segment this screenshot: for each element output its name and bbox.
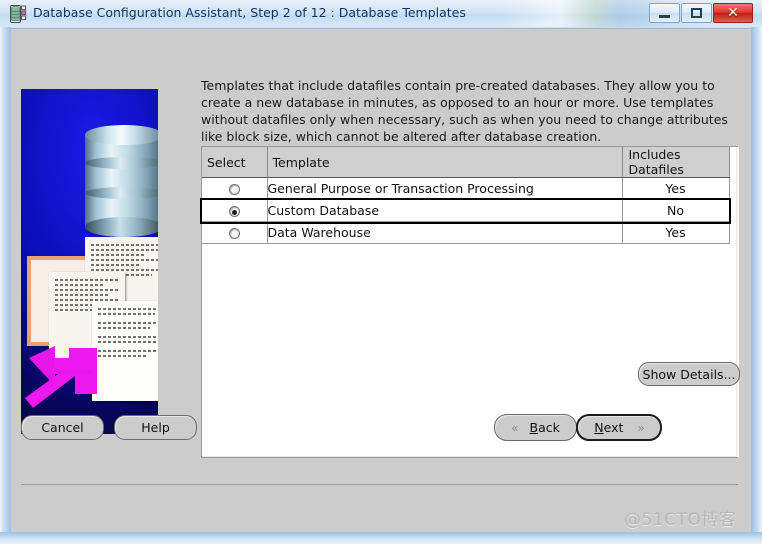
- instructions-text: Templates that include datafiles contain…: [201, 78, 728, 144]
- row-select-cell[interactable]: [202, 199, 268, 222]
- help-button[interactable]: Help: [114, 415, 197, 440]
- button-bar-separator: [21, 484, 738, 485]
- magenta-arrow-icon: [25, 344, 99, 416]
- back-label: Back: [529, 420, 559, 435]
- row-select-cell[interactable]: [202, 177, 268, 200]
- title-bar[interactable]: Database Configuration Assistant, Step 2…: [0, 0, 762, 27]
- cancel-button[interactable]: Cancel: [21, 415, 104, 440]
- column-header-select[interactable]: Select: [202, 147, 268, 178]
- next-mnemonic: N: [594, 420, 604, 435]
- row-template-name: Custom Database: [267, 199, 623, 222]
- templates-table-scroll: Select Template Includes Datafiles Gener…: [200, 147, 731, 457]
- chevron-right-icon: »: [637, 420, 644, 435]
- window-title: Database Configuration Assistant, Step 2…: [33, 5, 466, 20]
- chevron-left-icon: «: [511, 420, 518, 435]
- radio-button[interactable]: [228, 228, 240, 239]
- window-border-left: [0, 0, 11, 544]
- table-row[interactable]: Data Warehouse Yes: [202, 221, 730, 244]
- close-button[interactable]: ✕: [713, 3, 753, 23]
- minimize-button[interactable]: [649, 3, 680, 23]
- row-includes-datafiles: No: [622, 199, 730, 222]
- wizard-illustration: [21, 89, 158, 434]
- row-includes-datafiles: Yes: [622, 177, 730, 200]
- database-cylinder-icon: [85, 125, 158, 237]
- back-label-rest: ack: [538, 420, 560, 435]
- show-details-button[interactable]: Show Details...: [638, 362, 740, 386]
- show-details-label: Show Details...: [642, 366, 736, 382]
- column-header-includes-datafiles[interactable]: Includes Datafiles: [622, 147, 730, 178]
- next-label: Next: [594, 420, 623, 435]
- cancel-label: Cancel: [41, 420, 84, 435]
- table-row[interactable]: General Purpose or Transaction Processin…: [202, 177, 730, 200]
- table-row[interactable]: Custom Database No: [200, 197, 731, 224]
- back-button[interactable]: « Back: [494, 414, 577, 441]
- close-icon: ✕: [727, 5, 739, 21]
- help-label: Help: [141, 420, 170, 435]
- application-window: Database Configuration Assistant, Step 2…: [0, 0, 762, 544]
- radio-button-selected[interactable]: [228, 206, 240, 217]
- row-template-name: Data Warehouse: [267, 221, 623, 244]
- back-mnemonic: B: [529, 420, 539, 435]
- window-border-right: [751, 0, 762, 544]
- minimize-icon: [659, 14, 670, 18]
- database-app-icon: [10, 5, 27, 23]
- row-includes-datafiles: Yes: [622, 221, 730, 244]
- next-button[interactable]: Next »: [576, 414, 662, 441]
- sheet-text-lines: [98, 308, 158, 396]
- maximize-icon: [691, 8, 702, 18]
- maximize-button[interactable]: [681, 3, 712, 23]
- column-header-template[interactable]: Template: [267, 147, 623, 178]
- window-border-bottom: [0, 532, 762, 544]
- dialog-client-area: Templates that include datafiles contain…: [11, 28, 751, 532]
- radio-button[interactable]: [228, 184, 240, 195]
- document-sheet-front: [92, 301, 158, 401]
- templates-table: Select Template Includes Datafiles Gener…: [200, 147, 731, 244]
- row-template-name: General Purpose or Transaction Processin…: [267, 177, 623, 200]
- row-select-cell[interactable]: [202, 221, 268, 244]
- templates-table-panel[interactable]: Select Template Includes Datafiles Gener…: [200, 146, 739, 458]
- next-label-rest: ext: [603, 420, 624, 435]
- table-header-row: Select Template Includes Datafiles: [202, 147, 730, 178]
